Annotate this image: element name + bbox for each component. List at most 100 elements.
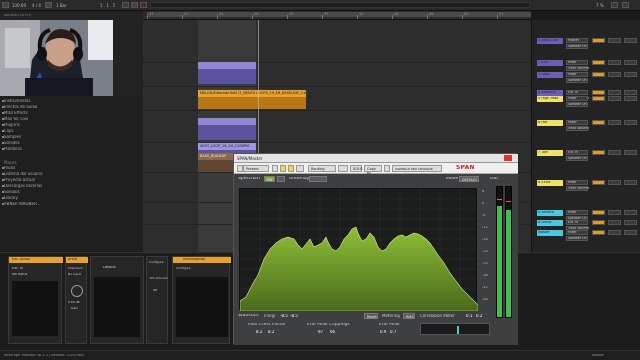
input-routing[interactable]: Mixer	[566, 60, 588, 65]
send-box[interactable]	[624, 120, 637, 125]
input-routing[interactable]: Mixer	[566, 96, 588, 101]
clip-orange-wave[interactable]	[198, 97, 306, 109]
device-visualizer[interactable]: MMvisualizer Configure	[172, 256, 231, 344]
position-display[interactable]: 1 . 1 . 1	[100, 3, 115, 8]
send-box[interactable]	[624, 220, 637, 225]
track-header[interactable]: 6 Hat	[537, 120, 563, 126]
input-routing[interactable]: Mixer	[566, 72, 588, 77]
volume-box[interactable]	[592, 210, 605, 215]
routing-button[interactable]: Routing	[308, 165, 336, 172]
clip-purple-2[interactable]	[198, 118, 256, 125]
underlay-select[interactable]	[309, 176, 327, 182]
preset-a[interactable]	[280, 165, 286, 172]
input-routing[interactable]: Ext. In	[566, 150, 588, 155]
track-header[interactable]: Master	[537, 230, 563, 236]
input-routing[interactable]: Mixer	[566, 210, 588, 215]
device-config[interactable]: Configure -0% Amount Off	[146, 256, 168, 344]
browser-item[interactable]: Plug-Ins	[4, 123, 20, 127]
output-routing[interactable]: Speaker On	[566, 44, 588, 49]
volume-box[interactable]	[592, 150, 605, 155]
clip-purple-1[interactable]	[198, 62, 256, 69]
clip-brown-wave[interactable]	[198, 160, 234, 172]
send-box[interactable]	[624, 72, 637, 77]
browser-item[interactable]: Samples	[4, 135, 21, 139]
undo-button[interactable]	[384, 165, 390, 172]
places-item[interactable]: Descargas librerías	[4, 184, 42, 188]
gain-knob[interactable]	[71, 285, 83, 297]
preset-copy[interactable]	[296, 165, 304, 172]
span-close-button[interactable]	[504, 155, 512, 161]
overview-bar[interactable]	[150, 2, 530, 8]
send-box[interactable]	[624, 96, 637, 101]
volume-box[interactable]	[592, 96, 605, 101]
send-box[interactable]	[608, 230, 621, 235]
send-box[interactable]	[608, 60, 621, 65]
loop-brace[interactable]	[147, 12, 531, 17]
send-box[interactable]	[608, 90, 621, 95]
output-routing[interactable]: Track Volume	[566, 126, 589, 131]
send-box[interactable]	[608, 150, 621, 155]
stats-reset-button[interactable]: Reset	[364, 313, 378, 319]
send-box[interactable]	[608, 180, 621, 185]
clip-brown[interactable]: BASS_BUILDUP	[198, 153, 234, 160]
device-span-input[interactable]: No Input	[68, 273, 81, 276]
span-window-title[interactable]: SPAN/Master	[234, 154, 518, 163]
volume-box[interactable]	[592, 220, 605, 225]
places-item[interactable]: Packs	[4, 166, 15, 170]
track-header[interactable]: 5 High Pass	[537, 96, 563, 102]
browser-item[interactable]: Max for Live	[4, 117, 28, 121]
output-routing[interactable]: Speaker On	[566, 78, 588, 83]
metronome-button[interactable]	[45, 2, 52, 8]
input-routing[interactable]: Mixer	[566, 120, 588, 125]
browser-item[interactable]: Efectos de audio	[4, 105, 37, 109]
volume-box[interactable]	[592, 180, 605, 185]
mode-select[interactable]: DEFAULT	[459, 176, 479, 182]
preset-b[interactable]	[288, 165, 294, 172]
play-button[interactable]	[122, 2, 129, 8]
track-header[interactable]: 7 Tom	[537, 150, 563, 156]
span-plugin-window[interactable]: SPAN/Master Presets Routing SOLO Copy to…	[233, 153, 518, 345]
presets-button[interactable]: Presets	[243, 165, 269, 172]
tap-button[interactable]	[2, 2, 9, 8]
input-routing[interactable]: Mixer	[566, 230, 588, 235]
metering-select[interactable]: RMS	[403, 313, 415, 319]
browser-item[interactable]: Sonidos	[4, 141, 20, 145]
time-signature[interactable]: 4 / 4	[32, 3, 41, 8]
loop-length[interactable]: 1 Bar	[56, 3, 67, 8]
volume-box[interactable]	[592, 230, 605, 235]
browser-item[interactable]: MIDI Effects	[4, 111, 28, 115]
output-routing[interactable]: Track Volume	[566, 186, 589, 191]
send-box[interactable]	[624, 90, 637, 95]
device-default-label[interactable]: Default	[103, 266, 116, 270]
output-routing[interactable]: Speaker On	[566, 102, 588, 107]
send-box[interactable]	[608, 210, 621, 215]
volume-box[interactable]	[592, 90, 605, 95]
solo-button[interactable]: SOLO	[350, 165, 363, 172]
device-ext-audio[interactable]: Ext. Audio Ext. In No Input	[8, 256, 63, 344]
volume-box[interactable]	[592, 60, 605, 65]
amount-off[interactable]: Off	[153, 289, 157, 292]
volume-box[interactable]	[592, 72, 605, 77]
clip-purple-1-wave[interactable]	[198, 69, 256, 84]
track-header[interactable]: A Reverb	[537, 210, 563, 216]
copy-to-button[interactable]: Copy to	[364, 165, 382, 175]
clip-orange[interactable]: MELOD/Eldorado BAS IT_BENTS LOOPS_19_EB_…	[198, 90, 306, 97]
track-header[interactable]: 1 Bass Line	[537, 38, 563, 44]
amount-value[interactable]: -0% Amount	[149, 277, 168, 280]
device-default[interactable]: Default	[90, 256, 144, 344]
configure-button[interactable]: Configure	[149, 261, 164, 264]
visualizer-configure[interactable]: Configure	[176, 267, 191, 270]
record-button[interactable]	[140, 2, 147, 8]
browser-item[interactable]: Clips	[4, 129, 14, 133]
input-routing[interactable]: Ext. In	[566, 90, 588, 95]
spectrum-edit[interactable]	[277, 176, 285, 182]
routing-extra[interactable]	[338, 165, 348, 172]
tempo-display[interactable]: 130.00	[12, 3, 26, 8]
send-box[interactable]	[624, 180, 637, 185]
track-header[interactable]: 8 Extra	[537, 180, 563, 186]
send-box[interactable]	[608, 72, 621, 77]
clip-purple-3[interactable]: AEXT_LOOP_16_SH_110BPM	[198, 143, 256, 150]
browser-item[interactable]: Instrumentos	[4, 99, 31, 103]
device-span[interactable]: SPAN Sidechain No Input 0.00 dB Gain	[65, 256, 88, 344]
spectrum-display[interactable]	[239, 188, 479, 312]
